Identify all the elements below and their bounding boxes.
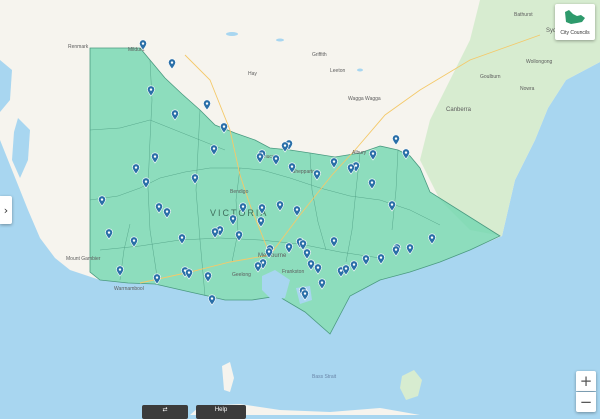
council-pin-dot — [339, 269, 343, 272]
label-wagga: Wagga Wagga — [348, 96, 381, 102]
council-pin-dot — [231, 217, 235, 220]
council-pin-dot — [213, 230, 217, 233]
council-pin-dot — [305, 251, 309, 254]
label-warrnambool: Warrnambool — [114, 286, 144, 292]
council-pin-dot — [301, 242, 305, 245]
label-albury: Albury — [352, 150, 367, 156]
label-goulburn: Goulburn — [480, 74, 501, 80]
council-pin-dot — [258, 155, 262, 158]
label-leeton: Leeton — [330, 68, 346, 74]
council-pin-dot — [222, 125, 226, 128]
lake — [226, 32, 238, 36]
label-canberra: Canberra — [446, 107, 472, 113]
label-bass-strait: Bass Strait — [312, 374, 337, 380]
help-button[interactable]: Help — [196, 405, 246, 419]
council-pin-dot — [332, 160, 336, 163]
council-pin-dot — [141, 42, 145, 45]
chevron-right-icon: › — [3, 203, 9, 217]
share-button[interactable]: ⇄ — [142, 405, 188, 419]
council-pin-dot — [241, 205, 245, 208]
zoom-in-button[interactable]: + — [576, 371, 596, 391]
council-pin-dot — [354, 164, 358, 167]
council-pin-dot — [430, 236, 434, 239]
council-pin-dot — [320, 281, 324, 284]
expand-panel-button[interactable]: › — [0, 196, 12, 224]
council-pin-dot — [332, 239, 336, 242]
council-pin-dot — [379, 256, 383, 259]
council-pin-dot — [283, 144, 287, 147]
legend-label: City Councils — [560, 30, 590, 36]
lake — [276, 38, 284, 42]
council-pin-dot — [100, 198, 104, 201]
council-pin-dot — [144, 180, 148, 183]
council-pin-dot — [165, 210, 169, 213]
council-pin-dot — [134, 166, 138, 169]
council-pin-dot — [193, 176, 197, 179]
council-pin-dot — [180, 236, 184, 239]
council-pin-dot — [349, 166, 353, 169]
council-pin-dot — [371, 152, 375, 155]
label-bathurst: Bathurst — [514, 12, 533, 18]
council-pin-dot — [290, 165, 294, 168]
council-pin-dot — [205, 102, 209, 105]
council-pin-dot — [218, 228, 222, 231]
label-wollongong: Wollongong — [526, 59, 553, 65]
council-pin-dot — [118, 268, 122, 271]
council-pin-dot — [173, 112, 177, 115]
map-canvas[interactable]: Bathurst Sydney Wollongong Goulburn Canb… — [0, 0, 600, 415]
council-pin-dot — [364, 257, 368, 260]
council-pin-dot — [259, 219, 263, 222]
council-pin-dot — [316, 266, 320, 269]
share-icon: ⇄ — [162, 407, 168, 413]
label-renmark: Renmark — [68, 44, 89, 50]
council-pin-dot — [287, 245, 291, 248]
victoria-state-icon — [565, 10, 585, 24]
council-pin-dot — [344, 267, 348, 270]
council-pin-dot — [260, 206, 264, 209]
label-geelong: Geelong — [232, 272, 251, 278]
label-frankston: Frankston — [282, 269, 304, 275]
council-pin-dot — [107, 231, 111, 234]
council-pin-dot — [256, 264, 260, 267]
council-pin-dot — [315, 172, 319, 175]
council-pin-dot — [267, 250, 271, 253]
council-pin-dot — [278, 203, 282, 206]
council-pin-dot — [206, 274, 210, 277]
council-pin-dot — [370, 181, 374, 184]
label-hay: Hay — [248, 71, 257, 77]
council-pin-dot — [303, 292, 307, 295]
council-pin-dot — [170, 61, 174, 64]
council-pin-dot — [187, 271, 191, 274]
council-pin-dot — [295, 208, 299, 211]
council-pin-dot — [352, 263, 356, 266]
label-griffith: Griffith — [312, 52, 327, 58]
council-pin-dot — [274, 157, 278, 160]
council-pin-dot — [237, 233, 241, 236]
council-pin-dot — [157, 205, 161, 208]
label-melbourne: Melbourne — [258, 253, 287, 259]
council-pin-dot — [132, 239, 136, 242]
label-nowra: Nowra — [520, 86, 535, 92]
council-pin-dot — [153, 155, 157, 158]
council-pin-dot — [155, 276, 159, 279]
council-pin-dot — [149, 88, 153, 91]
label-mount-gambier: Mount Gambier — [66, 256, 101, 262]
zoom-out-button[interactable]: − — [576, 392, 596, 412]
council-pin-dot — [210, 297, 214, 300]
label-bendigo: Bendigo — [230, 189, 249, 195]
council-pin-dot — [394, 248, 398, 251]
council-pin-dot — [212, 147, 216, 150]
council-pin-dot — [408, 246, 412, 249]
legend-card[interactable]: City Councils — [555, 4, 595, 40]
council-pin-dot — [394, 137, 398, 140]
council-pin-dot — [390, 203, 394, 206]
council-pin-dot — [404, 151, 408, 154]
council-pin-dot — [309, 262, 313, 265]
lake — [357, 68, 363, 72]
council-pin-dot — [261, 261, 265, 264]
